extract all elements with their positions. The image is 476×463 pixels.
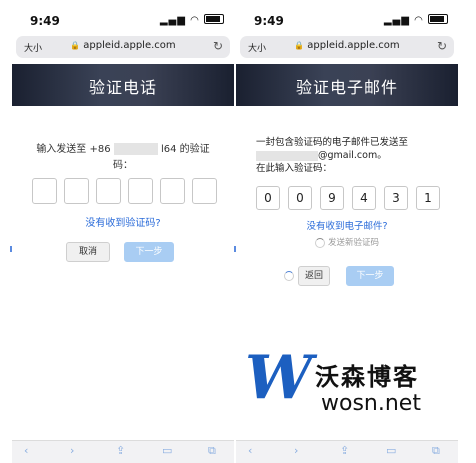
wifi-icon: ◠: [414, 15, 424, 26]
instruction-text: 输入发送至 +86 l64 的验证 码：: [30, 142, 216, 174]
instruction-prefix: 输入发送至 +86: [36, 144, 111, 155]
status-icons: ▂▄▆ ◠: [160, 13, 224, 26]
loading-spinner-icon: [314, 237, 325, 248]
instruction-line2: 码：: [113, 160, 133, 171]
signal-icon: ▂▄▆: [159, 15, 186, 26]
brand-chinese: 沃森博客: [315, 363, 419, 391]
code-digit-input[interactable]: 1: [416, 186, 440, 210]
code-digit-input[interactable]: 0: [288, 186, 312, 210]
forward-icon[interactable]: ›: [70, 444, 74, 457]
code-digit-input[interactable]: 9: [320, 186, 344, 210]
edge-marker: [10, 246, 12, 252]
code-digit-input[interactable]: 4: [352, 186, 376, 210]
header-banner: 验证电话: [12, 64, 234, 106]
instruction-suffix: l64 的验证: [160, 144, 210, 155]
battery-icon: [428, 14, 448, 24]
page-title: 验证电子邮件: [295, 78, 398, 97]
cancel-button[interactable]: 取消: [66, 242, 110, 262]
url-display[interactable]: 🔒 appleid.apple.com: [240, 40, 454, 51]
back-button[interactable]: 返回: [298, 266, 330, 286]
status-bar: 9:49 ▂▄▆ ◠: [236, 8, 458, 34]
code-digit-input[interactable]: [192, 178, 217, 204]
url-text: appleid.apple.com: [307, 40, 400, 51]
next-button[interactable]: 下一步: [346, 266, 394, 286]
reload-icon[interactable]: ↻: [437, 39, 447, 53]
bookmarks-icon[interactable]: ▭: [386, 444, 396, 457]
not-received-email-link[interactable]: 没有收到电子邮件?: [236, 218, 458, 232]
edge-marker: [234, 246, 236, 252]
code-digit-input[interactable]: [32, 178, 57, 204]
page-title: 验证电话: [88, 78, 157, 97]
tabs-icon[interactable]: ⧉: [208, 444, 216, 458]
back-icon[interactable]: ‹: [24, 444, 28, 457]
status-icons: ▂▄▆ ◠: [384, 13, 448, 26]
tabs-icon[interactable]: ⧉: [432, 444, 440, 458]
logo-letter: W: [245, 343, 313, 413]
masked-phone-number: [113, 143, 158, 155]
masked-email: [256, 150, 318, 161]
battery-icon: [204, 14, 224, 24]
share-icon[interactable]: ⇪: [340, 444, 349, 457]
bookmarks-icon[interactable]: ▭: [162, 444, 172, 457]
code-digit-input[interactable]: [96, 178, 121, 204]
lock-icon: 🔒: [70, 41, 81, 50]
code-digit-input[interactable]: [64, 178, 89, 204]
left-phone-screen: 9:49 ▂▄▆ ◠ 大小 🔒 appleid.apple.com ↻ 验证电话 …: [12, 8, 234, 463]
watermark-logo: W 沃森博客 wosn.net: [225, 343, 465, 423]
instruction-line1: 一封包含验证码的电子邮件已发送至: [256, 137, 409, 148]
wifi-icon: ◠: [190, 15, 200, 26]
instruction-text: 一封包含验证码的电子邮件已发送至 @gmail.com。 在此输入验证码：: [256, 136, 408, 175]
signal-icon: ▂▄▆: [383, 15, 410, 26]
code-digit-input[interactable]: 0: [256, 186, 280, 210]
browser-toolbar: ‹ › ⇪ ▭ ⧉: [12, 440, 234, 463]
loading-spinner-icon: [284, 271, 294, 281]
address-bar[interactable]: 大小 🔒 appleid.apple.com ↻: [240, 36, 454, 58]
not-received-code-link[interactable]: 没有收到验证码?: [12, 214, 234, 229]
browser-toolbar: ‹ › ⇪ ▭ ⧉: [236, 440, 458, 463]
header-banner: 验证电子邮件: [236, 64, 458, 106]
url-display[interactable]: 🔒 appleid.apple.com: [16, 40, 230, 51]
instruction-line3: 在此输入验证码：: [256, 163, 333, 174]
next-button[interactable]: 下一步: [124, 242, 174, 262]
lock-icon: 🔒: [294, 41, 305, 50]
resend-label: 发送新验证码: [327, 238, 379, 248]
code-digit-input[interactable]: 3: [384, 186, 408, 210]
status-bar: 9:49 ▂▄▆ ◠: [12, 8, 234, 34]
code-input-group: 0 0 9 4 3 1: [256, 186, 440, 212]
code-digit-input[interactable]: [160, 178, 185, 204]
verify-phone-panel: 输入发送至 +86 l64 的验证 码： 没有收到验证码? 取消 下一步: [12, 106, 234, 423]
reload-icon[interactable]: ↻: [213, 39, 223, 53]
brand-english: wosn.net: [321, 391, 421, 416]
resend-code-status: 发送新验证码: [236, 236, 458, 248]
code-input-group: [32, 178, 217, 204]
url-text: appleid.apple.com: [83, 40, 176, 51]
status-time: 9:49: [30, 14, 60, 28]
email-domain: @gmail.com。: [318, 150, 387, 161]
forward-icon[interactable]: ›: [294, 444, 298, 457]
address-bar[interactable]: 大小 🔒 appleid.apple.com ↻: [16, 36, 230, 58]
back-icon[interactable]: ‹: [248, 444, 252, 457]
share-icon[interactable]: ⇪: [116, 444, 125, 457]
status-time: 9:49: [254, 14, 284, 28]
code-digit-input[interactable]: [128, 178, 153, 204]
